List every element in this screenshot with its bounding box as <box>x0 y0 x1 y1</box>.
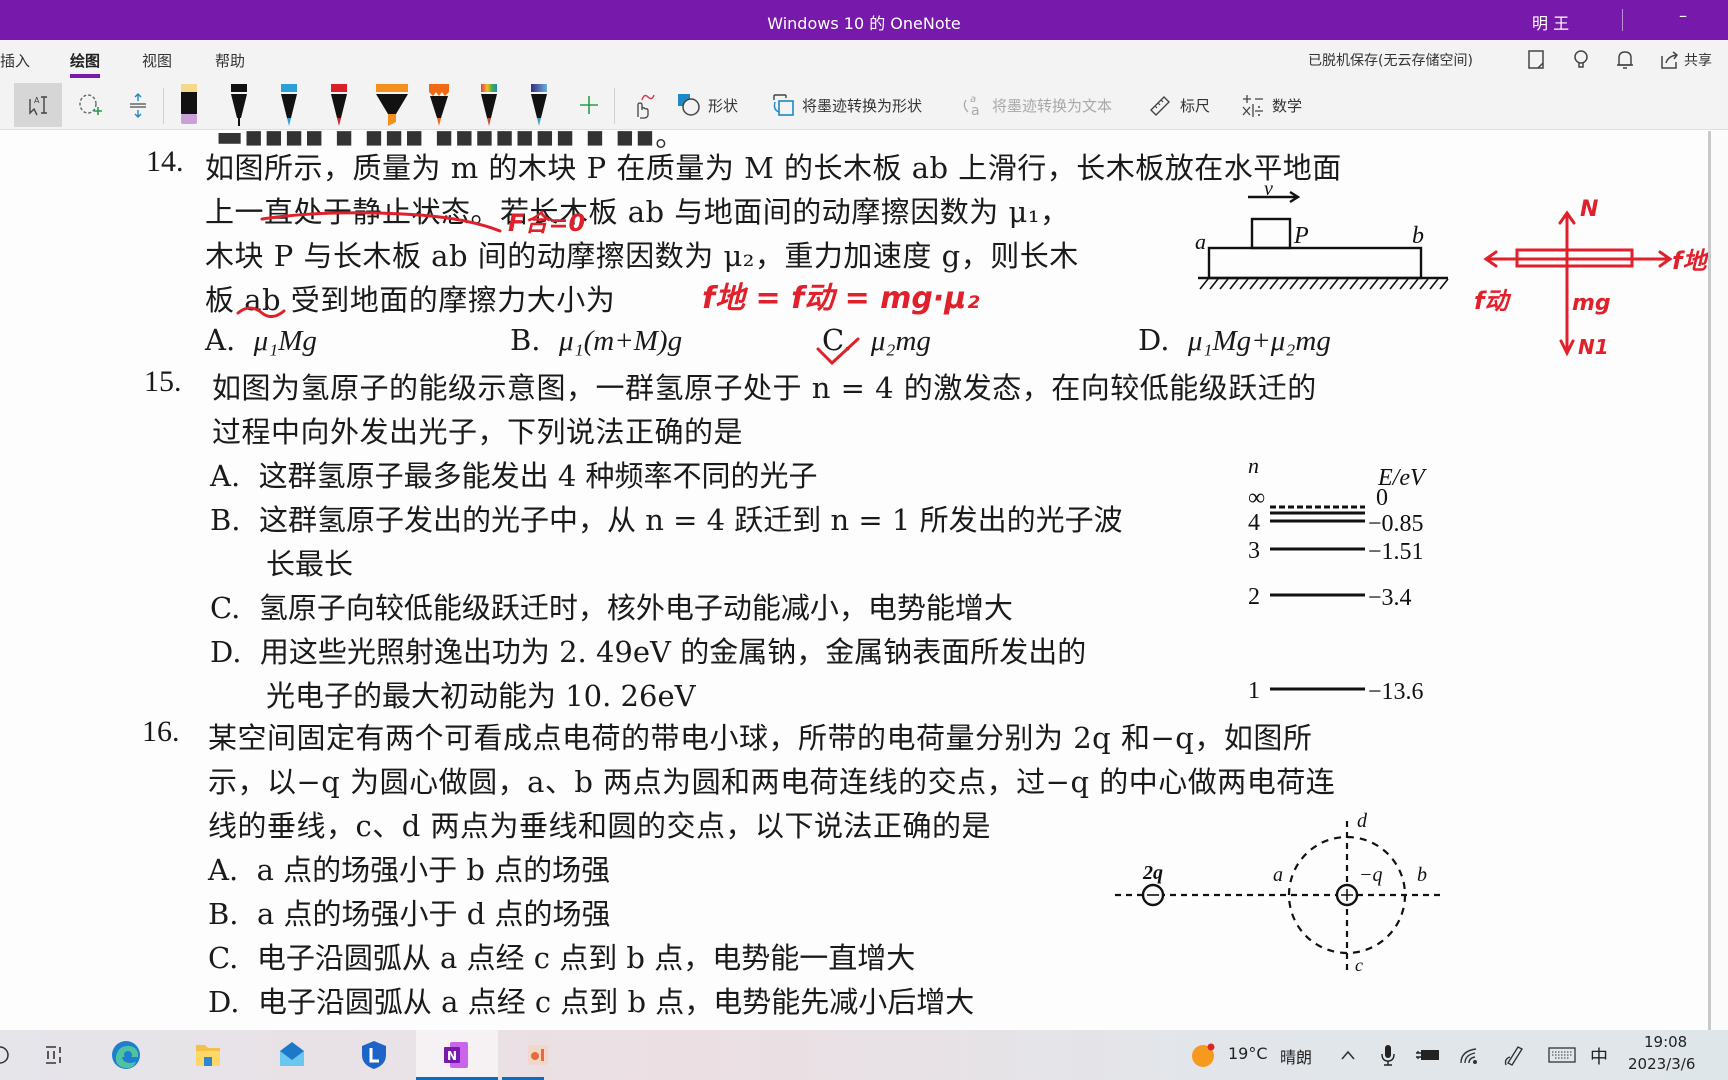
edge-icon[interactable] <box>108 1038 144 1072</box>
orange-highlighter[interactable] <box>374 84 410 126</box>
toolbar-separator <box>163 88 164 124</box>
window-title: Windows 10 的 OneNote <box>767 14 961 33</box>
text-select-icon: A <box>29 96 47 116</box>
tab-insert[interactable]: 插入 <box>0 50 30 71</box>
touch-draw-icon <box>637 94 655 119</box>
lenovo-vantage-icon[interactable] <box>356 1038 392 1072</box>
weather-description[interactable]: 晴朗 <box>1280 1044 1312 1068</box>
shapes-button[interactable]: 形状 <box>676 83 738 127</box>
math-icon <box>1242 95 1263 117</box>
weather-temperature[interactable]: 19°C <box>1228 1044 1268 1063</box>
ink-to-text-icon: aa <box>963 94 980 118</box>
ink-friction-equation[interactable]: f地 = f动 = mg·μ₂ <box>702 273 980 317</box>
wifi-icon[interactable] <box>1452 1038 1488 1072</box>
touch-draw-button[interactable] <box>624 83 660 127</box>
microphone-icon[interactable] <box>1370 1038 1406 1072</box>
fbd-right-arrow[interactable] <box>1565 250 1673 268</box>
ruler-label: 标尺 <box>1180 96 1211 115</box>
ruler-icon <box>1150 96 1170 116</box>
chevron-up-icon[interactable] <box>1330 1038 1366 1072</box>
tab-view[interactable]: 视图 <box>142 50 172 71</box>
math-label: 数学 <box>1272 96 1303 115</box>
orange-pencil[interactable] <box>424 84 454 126</box>
ink-to-shape-button[interactable]: 将墨迹转换为形状 <box>770 83 922 127</box>
taskbar: N 19°C 晴朗 中 19:08 2023/3/6 <box>0 1030 1728 1080</box>
clock-time[interactable]: 19:08 <box>1644 1033 1687 1051</box>
clock-date[interactable]: 2023/3/6 <box>1628 1055 1695 1073</box>
mail-icon[interactable] <box>274 1038 310 1072</box>
battery-icon[interactable] <box>1410 1038 1446 1072</box>
svg-text:a: a <box>971 103 980 118</box>
ruler-button[interactable]: 标尺 <box>1148 83 1210 127</box>
ink-fbd-n1[interactable]: N1 <box>1578 335 1609 359</box>
shapes-label: 形状 <box>708 96 739 115</box>
task-view-icon[interactable] <box>36 1038 72 1072</box>
svg-text:A: A <box>34 96 40 105</box>
svg-text:N: N <box>447 1049 457 1063</box>
ink-f-net-zero[interactable]: F合=0 <box>508 203 585 238</box>
tab-draw[interactable]: 绘图 <box>70 50 101 78</box>
add-space-button[interactable] <box>120 83 156 127</box>
plus-icon <box>580 96 598 114</box>
title-separator <box>1622 9 1623 31</box>
ribbon: 插入 绘图 视图 帮助 已脱机保存(无云存储空间) 共享 A 形状 将墨迹转换为… <box>0 40 1728 130</box>
ink-fbd-n[interactable]: N <box>1580 197 1598 222</box>
lasso-text-select-button[interactable]: A <box>14 83 62 127</box>
ink-fbd-mg[interactable]: mg <box>1572 291 1611 316</box>
note-page-canvas[interactable]: ▬▪▪▪▪ ▪ ▪▪▪ ▪▪▪▪▪▪▪ ▪ ▪▪。 14. 如图所示，质量为 m… <box>0 131 1708 1030</box>
lightbulb-icon[interactable] <box>1569 48 1593 72</box>
blue-pen[interactable] <box>274 84 304 126</box>
fbd-vertical-arrows[interactable] <box>1558 210 1576 355</box>
lasso-select-button[interactable] <box>70 83 110 127</box>
ink-checkmark[interactable] <box>816 337 860 366</box>
black-pen[interactable] <box>224 84 254 126</box>
share-button[interactable]: 共享 <box>1684 50 1712 70</box>
lasso-icon <box>79 94 102 115</box>
shapes-icon <box>678 94 700 116</box>
math-button[interactable]: 数学 <box>1240 83 1302 127</box>
add-space-icon <box>130 93 146 118</box>
add-pen-button[interactable] <box>574 83 604 127</box>
title-bar: Windows 10 的 OneNote 明 王 – <box>0 0 1728 40</box>
save-status: 已脱机保存(无云存储空间) <box>1308 53 1473 69</box>
onenote-icon[interactable]: N <box>438 1038 474 1072</box>
ink-to-shape-icon <box>773 94 794 116</box>
ink-underline-static[interactable] <box>260 211 502 233</box>
ink-fbd-f-ground[interactable]: f地 <box>1672 241 1706 276</box>
red-pen[interactable] <box>324 84 354 126</box>
fbd-left-arrow[interactable] <box>1483 250 1569 268</box>
ink-underline-ab[interactable] <box>236 306 286 318</box>
ime-indicator[interactable]: 中 <box>1590 1043 1608 1069</box>
ink-fbd-f-kinetic[interactable]: f动 <box>1474 281 1508 316</box>
touch-keyboard-icon[interactable] <box>1544 1038 1580 1072</box>
rainbow-pen[interactable] <box>474 84 504 126</box>
weather-icon[interactable] <box>1186 1038 1222 1072</box>
draw-toolbar: A 形状 将墨迹转换为形状 a a 将墨迹转换为文本 标尺 数学 <box>0 80 1728 130</box>
user-name[interactable]: 明 王 <box>1532 10 1569 34</box>
tab-help[interactable]: 帮助 <box>215 50 245 71</box>
presentation-app-icon[interactable] <box>520 1038 556 1072</box>
pen-workspace-icon[interactable] <box>1496 1038 1532 1072</box>
galaxy-pen[interactable] <box>524 84 554 126</box>
ink-layer[interactable] <box>0 131 1708 1030</box>
minimize-button[interactable]: – <box>1668 6 1698 34</box>
page-scrollbar[interactable] <box>1711 131 1728 1030</box>
share-icon[interactable] <box>1658 48 1682 72</box>
ink-to-text-label: 将墨迹转换为文本 <box>992 96 1113 115</box>
search-icon[interactable] <box>0 1038 20 1072</box>
toolbar-separator <box>614 88 615 124</box>
ink-to-text-button[interactable]: aa 将墨迹转换为文本 <box>960 83 1112 127</box>
bell-icon[interactable] <box>1613 48 1637 72</box>
notebook-icon[interactable] <box>1524 48 1548 72</box>
ink-to-shape-label: 将墨迹转换为形状 <box>802 96 923 115</box>
file-explorer-icon[interactable] <box>190 1038 226 1072</box>
highlighter-yellow-pen[interactable] <box>174 84 204 126</box>
